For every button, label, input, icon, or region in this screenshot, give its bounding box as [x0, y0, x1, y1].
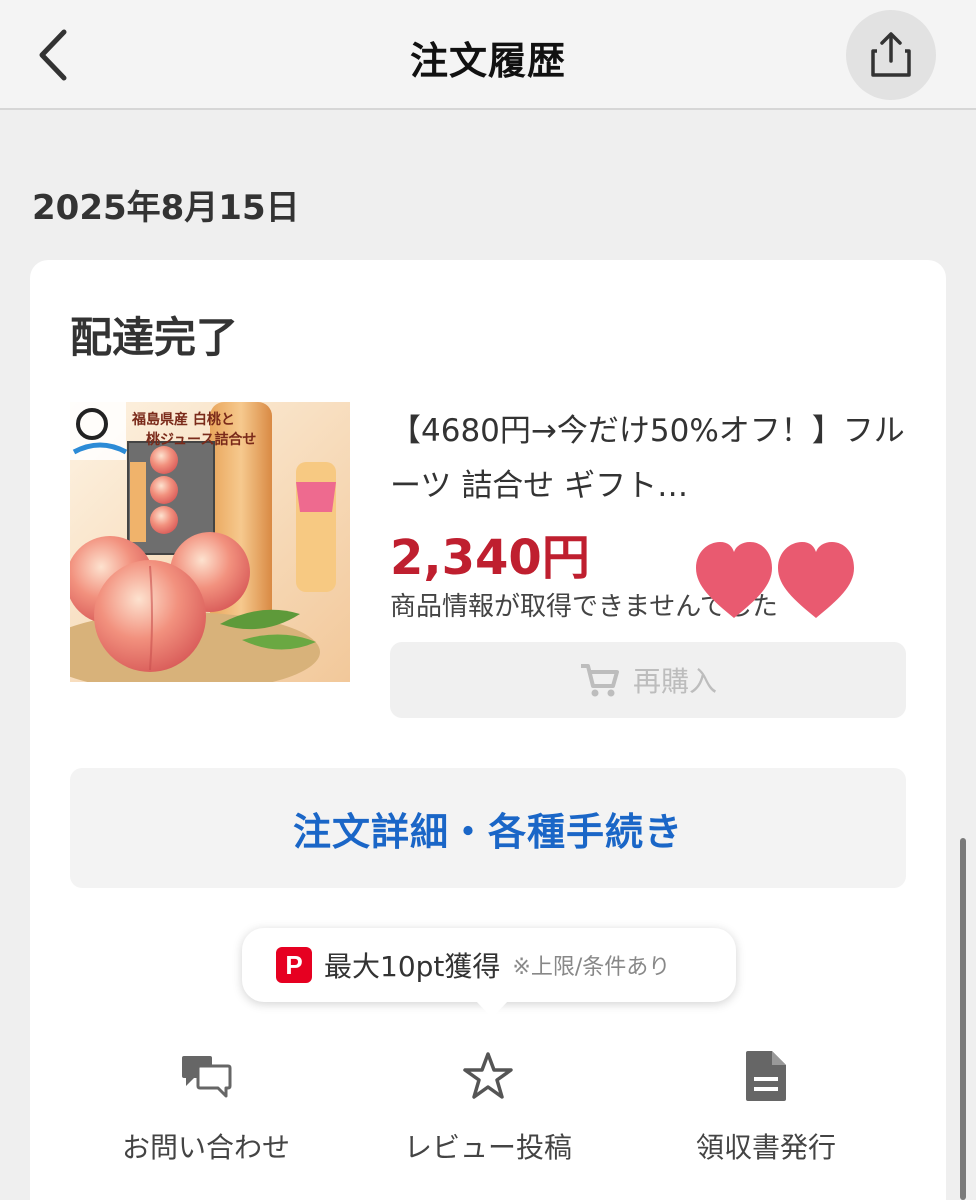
delivery-status: 配達完了: [70, 313, 239, 362]
share-button[interactable]: [846, 10, 936, 100]
document-icon: [746, 1051, 786, 1101]
points-tooltip: P 最大10pt獲得 ※上限/条件あり: [242, 928, 736, 1018]
image-caption-line1: 福島県産 白桃と: [131, 411, 235, 428]
points-main-text: 最大10pt獲得: [324, 950, 501, 983]
order-date: 2025年8月15日: [32, 188, 300, 228]
order-card: 配達完了 福島県産 白桃と 桃ジュース詰合せ 【4680円→今だけ50%オフ！】…: [30, 260, 946, 1200]
scrollbar[interactable]: [960, 838, 966, 1200]
rebuy-button[interactable]: 再購入: [390, 642, 906, 718]
contact-label: お問い合わせ: [121, 1131, 290, 1164]
share-icon: [871, 32, 911, 77]
order-detail-label: 注文詳細・各種手続き: [292, 809, 683, 854]
image-caption-line2: 桃ジュース詰合せ: [146, 431, 256, 448]
page-title: 注文履歴: [409, 39, 566, 83]
points-note-text: ※上限/条件あり: [512, 955, 671, 980]
product-image[interactable]: 福島県産 白桃と 桃ジュース詰合せ: [70, 402, 350, 682]
receipt-button[interactable]: 領収書発行: [626, 1036, 906, 1166]
chat-bubbles-icon: [182, 1056, 232, 1098]
paypay-icon: P: [276, 947, 312, 983]
heart-icon: [696, 542, 772, 618]
product-name[interactable]: 【4680円→今だけ50%オフ！】フルーツ 詰合せ ギフト…: [390, 404, 910, 514]
app-header: 注文履歴: [0, 0, 976, 110]
cart-icon: [580, 664, 619, 697]
rebuy-label: 再購入: [632, 665, 717, 698]
star-icon: [463, 1052, 513, 1099]
product-photo: 福島県産 白桃と 桃ジュース詰合せ: [70, 402, 350, 682]
receipt-label: 領収書発行: [695, 1131, 836, 1164]
review-button[interactable]: レビュー投稿: [348, 1036, 628, 1166]
heart-stickers: [692, 534, 862, 624]
contact-button[interactable]: お問い合わせ: [66, 1036, 346, 1166]
heart-icon: [778, 542, 854, 618]
order-detail-button[interactable]: 注文詳細・各種手続き: [70, 768, 906, 888]
product-price: 2,340円: [390, 530, 590, 586]
action-bar: お問い合わせ レビュー投稿 領収書発行: [30, 1036, 946, 1176]
review-label: レビュー投稿: [403, 1131, 572, 1164]
